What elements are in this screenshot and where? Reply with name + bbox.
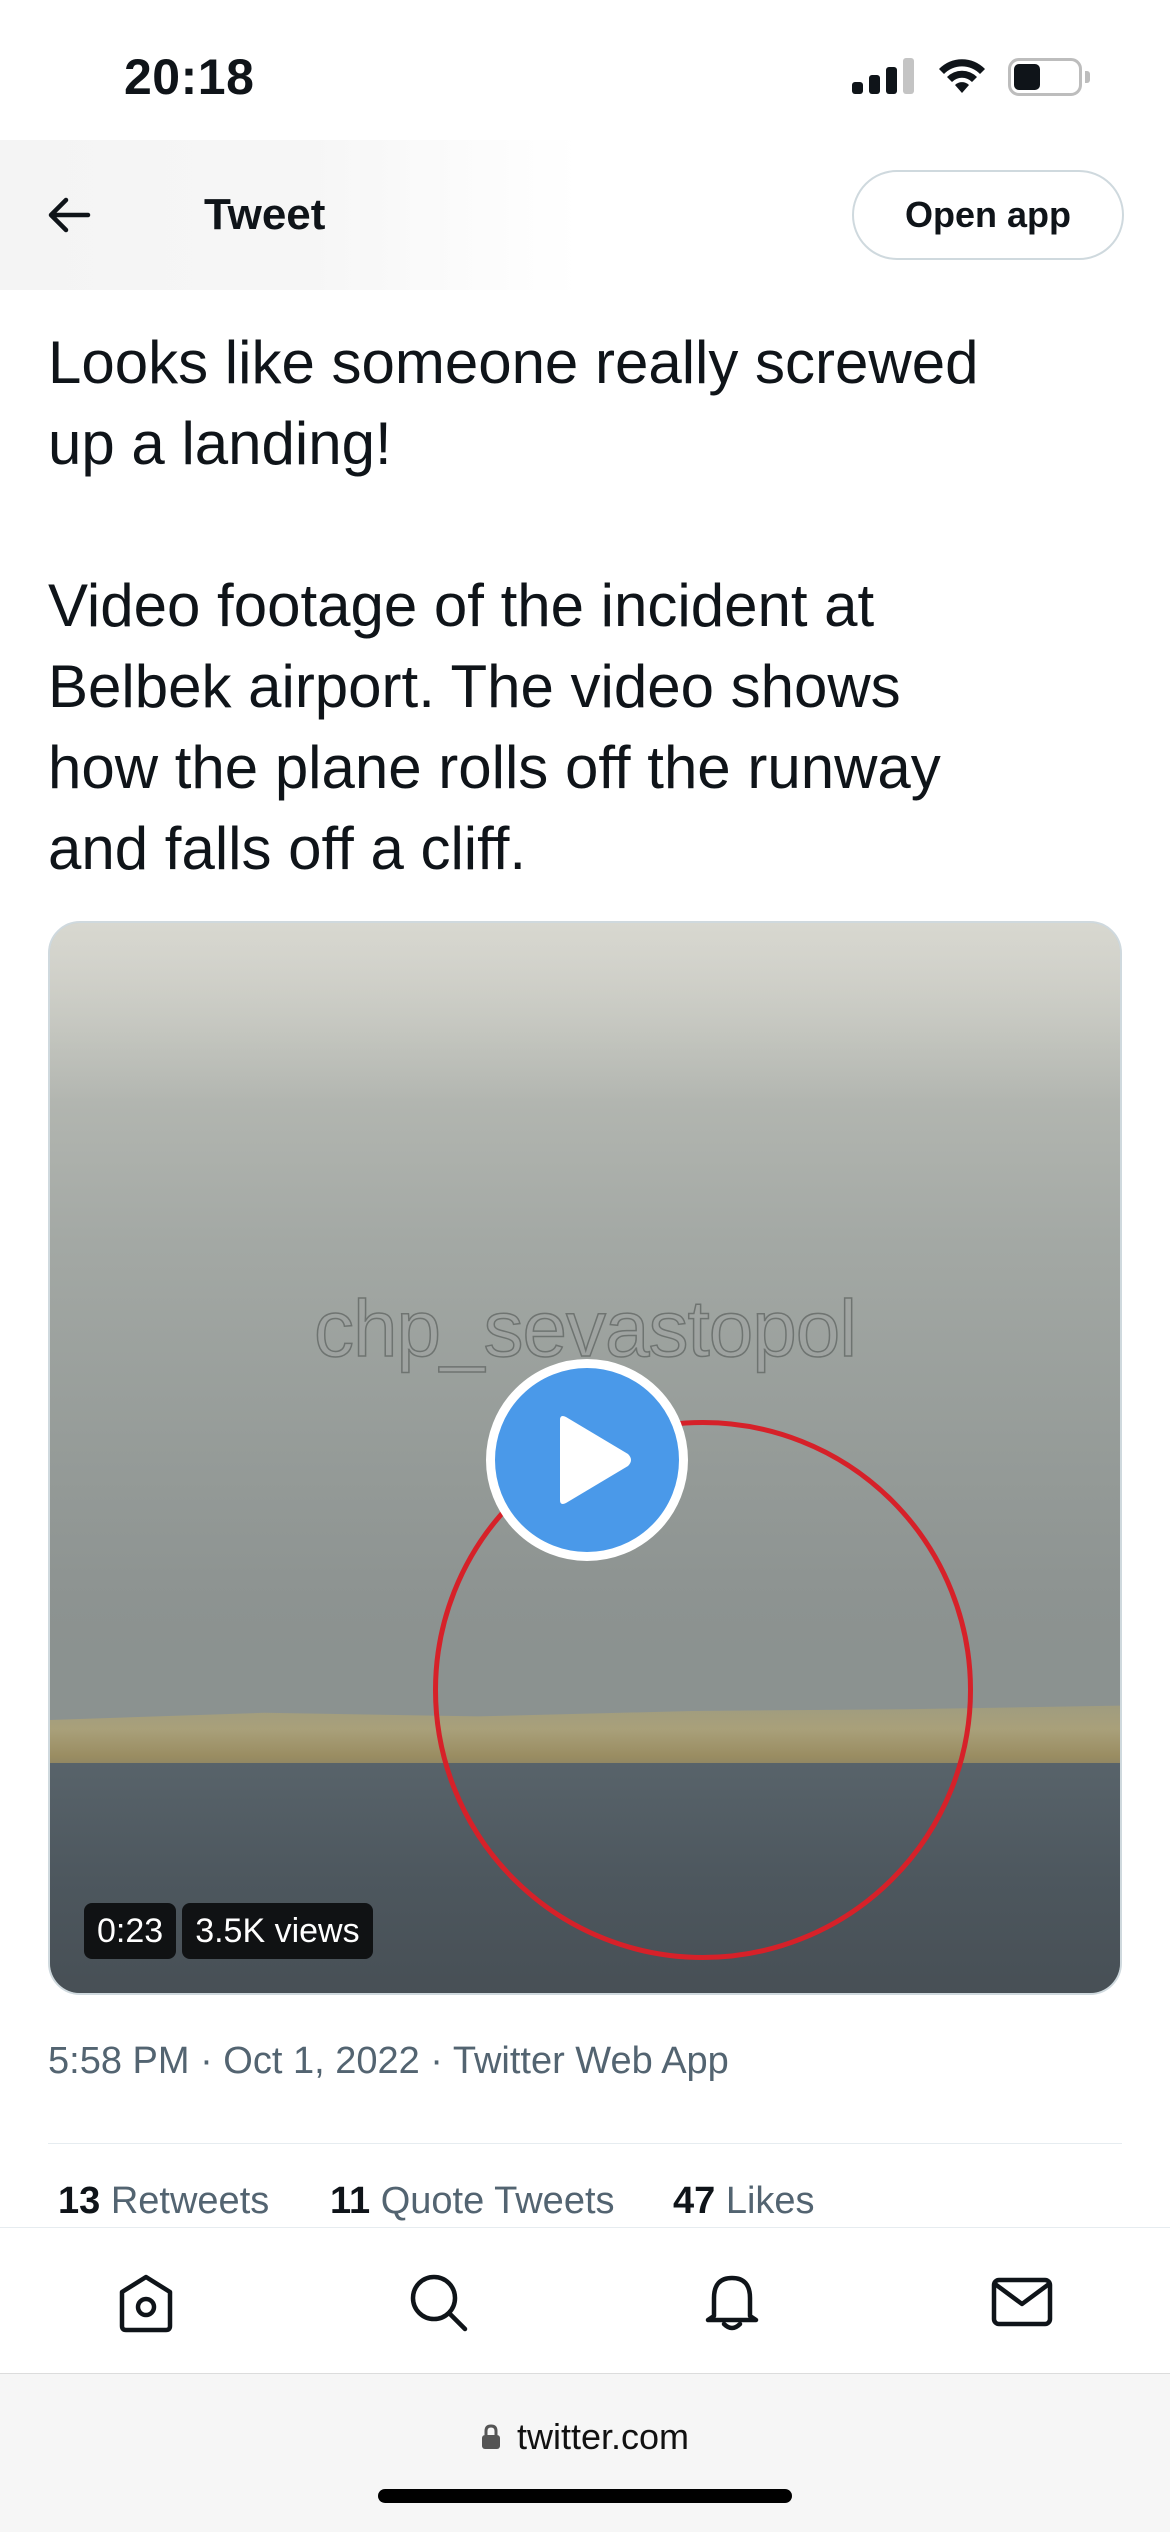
tweet-text-line: how the plane rolls off the runway — [48, 734, 941, 801]
video-player[interactable]: chp_sevastopol 0:23 3.5K views — [48, 921, 1122, 1995]
quote-tweets-stat[interactable]: 11 Quote Tweets — [330, 2180, 615, 2223]
mail-icon[interactable] — [990, 2270, 1054, 2334]
likes-label: Likes — [725, 2180, 815, 2222]
quotes-count: 11 — [330, 2180, 371, 2222]
play-button[interactable] — [486, 1359, 688, 1561]
bottom-nav — [0, 2227, 1170, 2373]
video-duration-badge: 0:23 — [84, 1903, 177, 1959]
page-title: Tweet — [204, 190, 326, 239]
cellular-signal-icon — [852, 58, 914, 94]
tweet-stats: 13 Retweets 11 Quote Tweets 47 Likes — [58, 2178, 1118, 2228]
browser-url-bar: twitter.com — [0, 2373, 1170, 2532]
home-indicator[interactable] — [378, 2489, 792, 2503]
quotes-label: Quote Tweets — [380, 2180, 615, 2222]
status-bar: 20:18 — [0, 0, 1170, 145]
open-app-button[interactable]: Open app — [852, 170, 1124, 260]
bell-icon[interactable] — [700, 2270, 764, 2334]
tweet-text-line: Video footage of the incident at — [48, 572, 875, 639]
battery-icon — [1008, 58, 1090, 96]
likes-stat[interactable]: 47 Likes — [673, 2180, 815, 2223]
arrow-left-icon[interactable] — [46, 192, 92, 238]
url-field[interactable]: twitter.com — [0, 2416, 1170, 2458]
url-text: twitter.com — [516, 2416, 690, 2457]
tweet-text-line: Belbek airport. The video shows — [48, 653, 901, 720]
tweet-timestamp: 5:58 PM · Oct 1, 2022 · Twitter Web App — [48, 2040, 729, 2082]
retweets-label: Retweets — [110, 2180, 270, 2222]
divider — [48, 2143, 1122, 2144]
search-icon[interactable] — [406, 2270, 470, 2334]
home-icon[interactable] — [114, 2270, 178, 2334]
tweet-text-line: and falls off a cliff. — [48, 815, 527, 882]
wifi-icon — [939, 59, 985, 93]
header: Tweet Open app — [0, 140, 1170, 290]
retweets-count: 13 — [58, 2180, 101, 2222]
tweet-text: Looks like someone really screwed up a l… — [48, 322, 1128, 889]
video-badges: 0:23 3.5K views — [84, 1903, 373, 1959]
tweet-text-line: up a landing! — [48, 410, 392, 477]
likes-count: 47 — [673, 2180, 716, 2222]
video-views-badge: 3.5K views — [182, 1903, 373, 1959]
retweets-stat[interactable]: 13 Retweets — [58, 2180, 269, 2223]
status-time: 20:18 — [124, 49, 255, 105]
lock-icon — [481, 2424, 500, 2449]
play-icon — [560, 1416, 631, 1504]
tweet-text-line: Looks like someone really screwed — [48, 329, 979, 396]
